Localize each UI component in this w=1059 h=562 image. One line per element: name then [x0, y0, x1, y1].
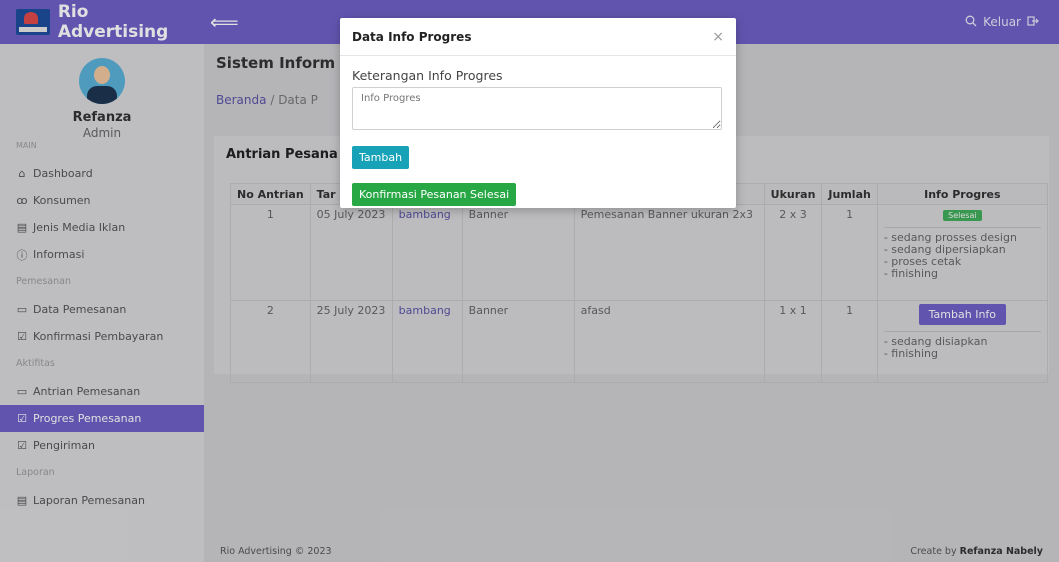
modal-body: Keterangan Info Progres Tambah Konfirmas… [340, 56, 736, 214]
close-icon[interactable]: × [712, 29, 724, 45]
field-label: Keterangan Info Progres [352, 68, 503, 83]
add-button[interactable]: Tambah [352, 146, 410, 169]
info-progres-textarea[interactable] [352, 87, 722, 130]
modal-title: Data Info Progres [352, 29, 472, 44]
modal-header: Data Info Progres × [340, 18, 736, 56]
confirm-order-complete-button[interactable]: Konfirmasi Pesanan Selesai [352, 183, 517, 206]
info-progres-modal: Data Info Progres × Keterangan Info Prog… [340, 18, 736, 208]
